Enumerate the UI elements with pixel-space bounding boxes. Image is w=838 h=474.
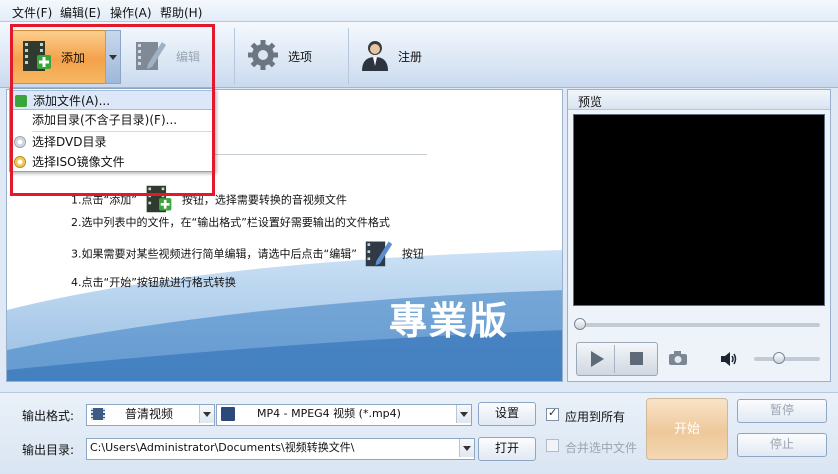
merge-files-label: 合并选中文件 [565, 441, 638, 455]
output-dir-label: 输出目录: [22, 443, 75, 457]
settings-button[interactable]: 设置 [478, 402, 536, 426]
seek-handle[interactable] [574, 318, 586, 330]
play-icon [591, 351, 604, 367]
register-button[interactable]: 注册 [360, 30, 450, 82]
step3-suffix-text: 按钮 [401, 247, 424, 261]
edition-watermark: 專業版 [389, 298, 510, 343]
volume-slider[interactable] [754, 357, 820, 361]
output-format-label: 输出格式: [22, 409, 75, 423]
playback-controls [576, 342, 658, 376]
output-format-select[interactable]: MP4 - MPEG4 视频 (*.mp4) [216, 404, 472, 426]
video-preview-screen [573, 114, 825, 306]
register-button-label: 注册 [398, 49, 423, 64]
preview-title: 预览 [578, 95, 603, 109]
stop-icon [630, 352, 643, 365]
film-icon [91, 408, 105, 420]
format-category-value: 普清视频 [125, 407, 174, 421]
step3-text: 3.如果需要对某些视频进行简单编辑，请选中后点击“编辑” [71, 247, 357, 261]
options-button[interactable]: 选项 [246, 30, 336, 82]
toolbar-separator [234, 28, 235, 84]
user-icon [360, 38, 390, 75]
start-button[interactable]: 开始 [646, 398, 728, 460]
volume-handle[interactable] [773, 352, 785, 364]
mp4-file-icon [221, 407, 235, 421]
output-dir-value: C:\Users\Administrator\Documents\视频转换文件\ [90, 441, 355, 454]
format-category-select[interactable]: 普清视频 [86, 404, 215, 426]
highlight-box [10, 24, 215, 196]
seek-bar[interactable] [580, 323, 820, 327]
preview-header: 预览 [568, 90, 830, 110]
chevron-down-icon [456, 405, 471, 423]
output-dir-input[interactable]: C:\Users\Administrator\Documents\视频转换文件\ [86, 438, 475, 460]
gear-icon [246, 38, 280, 75]
open-dir-button[interactable]: 打开 [478, 437, 536, 461]
instruction-step-3: 3.如果需要对某些视频进行简单编辑，请选中后点击“编辑” 按钮 [71, 238, 424, 271]
stop-playback-button[interactable] [619, 345, 655, 373]
snapshot-button[interactable] [668, 350, 688, 368]
play-button[interactable] [579, 345, 615, 373]
camera-icon [668, 351, 688, 369]
volume-button[interactable] [720, 351, 738, 367]
options-button-label: 选项 [288, 49, 313, 64]
checkmark-icon: ✓ [548, 406, 558, 419]
pause-button[interactable]: 暂停 [737, 399, 827, 423]
menu-file[interactable]: 文件(F) [12, 4, 52, 21]
apply-all-label: 应用到所有 [565, 410, 626, 424]
chevron-down-icon [459, 439, 474, 457]
preview-panel: 预览 [567, 89, 831, 382]
chevron-down-icon [199, 405, 214, 423]
apply-all-checkbox[interactable]: ✓ [546, 406, 559, 421]
instruction-step-4: 4.点击“开始”按钮就进行格式转换 [71, 276, 236, 289]
menu-help[interactable]: 帮助(H) [160, 4, 202, 21]
output-format-value: MP4 - MPEG4 视频 (*.mp4) [257, 407, 401, 420]
toolbar-separator [348, 28, 349, 84]
film-edit-icon [364, 238, 394, 271]
merge-files-checkbox[interactable] [546, 439, 559, 452]
stop-button[interactable]: 停止 [737, 433, 827, 457]
instruction-step-2: 2.选中列表中的文件，在“输出格式”栏设置好需要输出的文件格式 [71, 216, 390, 229]
output-settings-panel: 输出格式: 普清视频 MP4 - MPEG4 视频 (*.mp4) 设置 输出目… [0, 392, 838, 474]
menu-action[interactable]: 操作(A) [110, 4, 152, 21]
menu-edit[interactable]: 编辑(E) [60, 4, 101, 21]
speaker-icon [720, 352, 738, 370]
menu-bar: 文件(F) 编辑(E) 操作(A) 帮助(H) [0, 0, 838, 22]
